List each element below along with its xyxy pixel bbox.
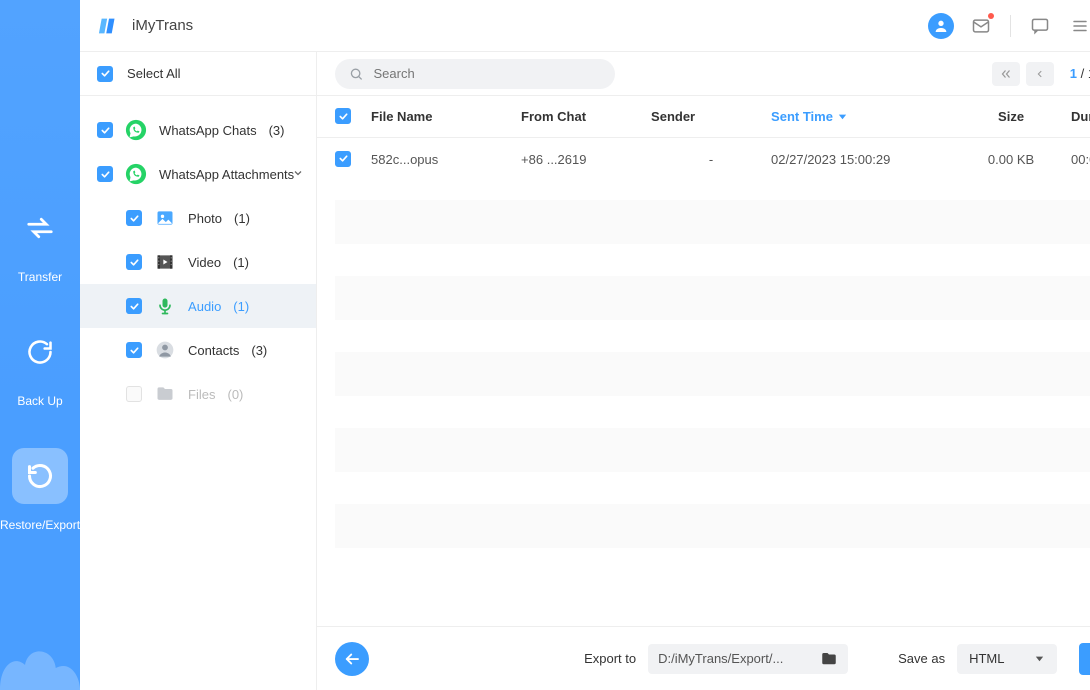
photo-checkbox[interactable] xyxy=(126,210,142,226)
sidebar-item-photo[interactable]: Photo(1) xyxy=(80,196,316,240)
search-icon xyxy=(349,66,363,82)
brand: iMyTrans xyxy=(98,15,193,37)
video-checkbox[interactable] xyxy=(126,254,142,270)
contacts-icon xyxy=(154,339,176,361)
user-icon xyxy=(933,18,949,34)
backup-icon xyxy=(12,324,68,380)
export-path-picker[interactable]: D:/iMyTrans/Export/... xyxy=(648,644,848,674)
cell-from-chat: +86 ...2619 xyxy=(521,152,651,167)
select-all-checkbox[interactable] xyxy=(97,66,113,82)
export-button[interactable]: Export xyxy=(1079,643,1090,675)
th-from-chat[interactable]: From Chat xyxy=(521,109,651,124)
files-icon xyxy=(154,383,176,405)
whatsapp-attachments-checkbox[interactable] xyxy=(97,166,113,182)
search-input[interactable] xyxy=(374,66,602,81)
chevron-down-icon xyxy=(292,167,304,182)
whatsapp-icon xyxy=(125,119,147,141)
nav-transfer[interactable]: Transfer xyxy=(12,200,68,284)
cell-duration: 00:00:02 xyxy=(1071,152,1090,167)
audio-icon xyxy=(154,295,176,317)
files-checkbox[interactable] xyxy=(126,386,142,402)
footer: Export to D:/iMyTrans/Export/... Save as… xyxy=(317,626,1090,690)
th-sent-time[interactable]: Sent Time xyxy=(771,109,951,124)
menu-icon xyxy=(1071,17,1089,35)
sort-desc-icon xyxy=(837,111,848,122)
arrow-left-icon xyxy=(343,650,361,668)
pager-position: 1 / 1 xyxy=(1070,66,1090,81)
nav-rail: Transfer Back Up Restore/Export xyxy=(0,0,80,690)
feedback-button[interactable] xyxy=(1027,13,1053,39)
video-label: Video xyxy=(188,255,221,270)
sidebar-item-whatsapp-chats[interactable]: WhatsApp Chats(3) xyxy=(80,108,316,152)
th-file-name[interactable]: File Name xyxy=(371,109,521,124)
dropdown-icon xyxy=(1034,653,1045,664)
cloud-decoration-icon xyxy=(0,630,80,690)
cell-file-name: 582c...opus xyxy=(371,152,521,167)
photo-label: Photo xyxy=(188,211,222,226)
chat-icon xyxy=(1030,16,1050,36)
sidebar-item-audio[interactable]: Audio(1) xyxy=(80,284,316,328)
files-label: Files xyxy=(188,387,215,402)
export-path-value: D:/iMyTrans/Export/... xyxy=(658,651,783,666)
mail-icon xyxy=(971,16,991,36)
nav-restore-label: Restore/Export xyxy=(0,518,80,532)
pagination: 1 / 1 xyxy=(992,62,1090,86)
contacts-label: Contacts xyxy=(188,343,239,358)
back-button[interactable] xyxy=(335,642,369,676)
nav-transfer-label: Transfer xyxy=(18,270,62,284)
table-header: File Name From Chat Sender Sent Time Siz… xyxy=(317,96,1090,138)
save-as-label: Save as xyxy=(898,651,945,666)
whatsapp-icon xyxy=(125,163,147,185)
cell-sender: - xyxy=(651,152,771,167)
select-all-label: Select All xyxy=(127,66,180,81)
sidebar-item-contacts[interactable]: Contacts(3) xyxy=(80,328,316,372)
sidebar-item-whatsapp-attachments[interactable]: WhatsApp Attachments xyxy=(80,152,316,196)
audio-label: Audio xyxy=(188,299,221,314)
whatsapp-chats-checkbox[interactable] xyxy=(97,122,113,138)
sidebar-item-files[interactable]: Files(0) xyxy=(80,372,316,416)
nav-backup-label: Back Up xyxy=(17,394,62,408)
search-box[interactable] xyxy=(335,59,615,89)
sidebar-item-video[interactable]: Video(1) xyxy=(80,240,316,284)
photo-icon xyxy=(154,207,176,229)
row-checkbox[interactable] xyxy=(335,151,351,167)
save-as-format-select[interactable]: HTML xyxy=(957,644,1057,674)
export-to-group: Export to D:/iMyTrans/Export/... xyxy=(584,644,848,674)
save-as-format-value: HTML xyxy=(969,651,1004,666)
titlebar-divider xyxy=(1010,15,1011,37)
contacts-checkbox[interactable] xyxy=(126,342,142,358)
content-toolbar: 1 / 1 xyxy=(317,52,1090,96)
restore-icon xyxy=(12,448,68,504)
th-size[interactable]: Size xyxy=(951,109,1071,124)
table-row[interactable]: 582c...opus +86 ...2619 - 02/27/2023 15:… xyxy=(317,138,1090,180)
brand-icon xyxy=(98,15,120,37)
transfer-icon xyxy=(12,200,68,256)
folder-icon xyxy=(820,650,838,668)
cell-size: 0.00 KB xyxy=(951,152,1071,167)
export-to-label: Export to xyxy=(584,651,636,666)
pager-first-button[interactable] xyxy=(992,62,1020,86)
nav-backup[interactable]: Back Up xyxy=(12,324,68,408)
menu-button[interactable] xyxy=(1067,13,1090,39)
brand-name: iMyTrans xyxy=(132,17,193,34)
video-icon xyxy=(154,251,176,273)
save-as-group: Save as HTML xyxy=(898,644,1057,674)
check-icon xyxy=(100,68,111,79)
category-sidebar: Select All WhatsApp Chats(3) WhatsApp At… xyxy=(80,52,317,690)
audio-checkbox[interactable] xyxy=(126,298,142,314)
nav-restore-export[interactable]: Restore/Export xyxy=(0,448,80,532)
select-all-row[interactable]: Select All xyxy=(80,52,316,96)
whatsapp-attachments-label: WhatsApp Attachments xyxy=(159,167,294,182)
pager-prev-button[interactable] xyxy=(1026,62,1054,86)
select-all-rows-checkbox[interactable] xyxy=(335,108,351,124)
mail-button[interactable] xyxy=(968,13,994,39)
th-duration[interactable]: Duration xyxy=(1071,109,1090,124)
empty-rows xyxy=(317,200,1090,548)
titlebar: iMyTrans xyxy=(80,0,1090,52)
file-table: File Name From Chat Sender Sent Time Siz… xyxy=(317,96,1090,626)
whatsapp-chats-label: WhatsApp Chats xyxy=(159,123,257,138)
th-sender[interactable]: Sender xyxy=(651,109,771,124)
cell-sent-time: 02/27/2023 15:00:29 xyxy=(771,152,951,167)
user-account-button[interactable] xyxy=(928,13,954,39)
